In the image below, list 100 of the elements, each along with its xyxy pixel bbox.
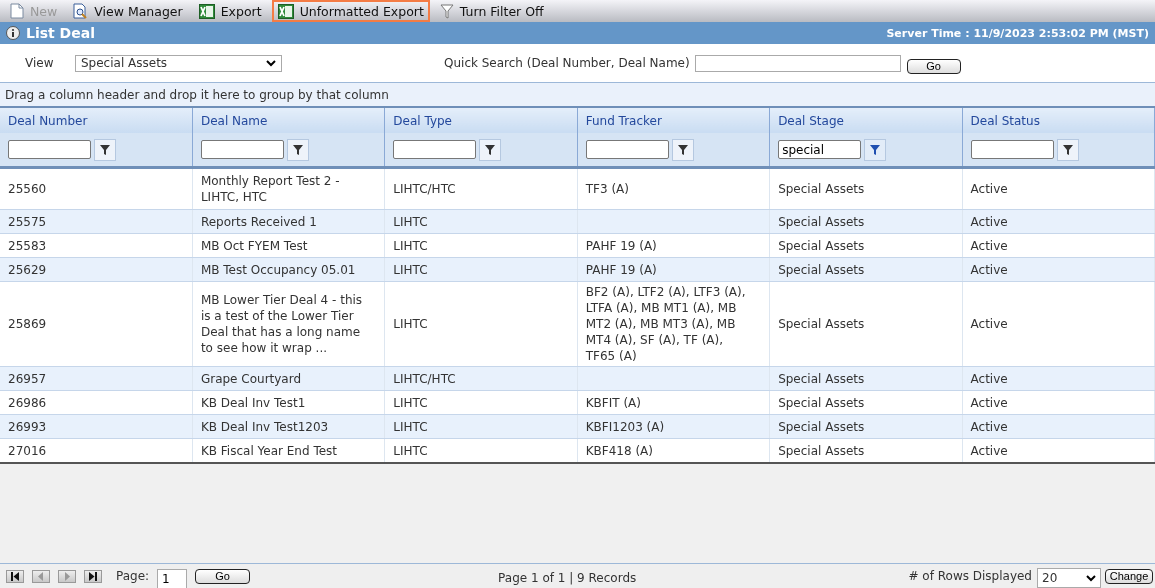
- table-cell: Active: [970, 317, 1008, 331]
- table-cell: KB Fiscal Year End Test: [200, 443, 337, 458]
- spreadsheet-icon: [198, 3, 215, 19]
- chevron-icon: [266, 59, 276, 67]
- table-cell: LIHTC: [393, 419, 428, 434]
- filter-button[interactable]: [671, 138, 694, 161]
- table-cell: 25575: [8, 214, 47, 229]
- filter-field[interactable]: special: [778, 140, 862, 159]
- triangle-icon: [36, 571, 46, 581]
- table-cell: PAHF 19 (A): [585, 238, 657, 253]
- table-cell: Active: [970, 419, 1008, 434]
- table-cell: Active: [970, 395, 1008, 410]
- chevron-icon: [1086, 574, 1096, 582]
- table-cell: KBFIT (A): [585, 395, 641, 410]
- filter-field[interactable]: [8, 140, 91, 159]
- quick-search-label: Quick Search (Deal Number, Deal Name): [444, 56, 690, 70]
- triangle-icon: [62, 571, 72, 581]
- table-cell: 25869: [8, 317, 47, 331]
- table-cell: LIHTC: [393, 238, 428, 253]
- filter-field[interactable]: [970, 140, 1054, 159]
- table-cell: MB Lower Tier Deal 4 - this is a test of the Lower Tier Deal that has a long name to see how it wrap ...: [200, 293, 363, 355]
- document-search-icon: [73, 3, 89, 19]
- column-header[interactable]: Deal Status: [962, 108, 1155, 133]
- filter-button[interactable]: [94, 138, 116, 161]
- filter-button[interactable]: [479, 138, 502, 161]
- table-cell: LIHTC: [393, 443, 428, 458]
- go-button[interactable]: Go: [195, 568, 251, 584]
- column-header[interactable]: Fund Tracker: [577, 108, 770, 133]
- filter-button[interactable]: [286, 138, 309, 161]
- table-cell: Reports Received 1: [200, 214, 317, 229]
- table-cell: 25629: [8, 262, 47, 277]
- table-cell: Special Assets: [778, 371, 865, 386]
- table-cell: TF3 (A): [585, 182, 629, 196]
- server-time: Server Time : 11/9/2023 2:53:02 PM (MST): [886, 26, 1149, 40]
- table-cell: KBFI1203 (A): [585, 419, 665, 434]
- view-dropdown[interactable]: Special Assets: [75, 54, 282, 72]
- funnel-icon: [291, 143, 304, 156]
- table-cell: 25583: [8, 238, 47, 253]
- rows-displayed-label: # of Rows Displayed: [908, 569, 1032, 583]
- skip-icon: [10, 571, 20, 581]
- table-cell: 26957: [8, 371, 47, 386]
- table-cell: Special Assets: [778, 317, 865, 331]
- table-cell: Special Assets: [778, 262, 865, 277]
- column-header[interactable]: Deal Name: [192, 108, 385, 133]
- table-cell: 25560: [8, 182, 47, 196]
- table-cell: LIHTC: [393, 262, 428, 277]
- last-page-button[interactable]: [84, 569, 102, 583]
- funnel-icon: [676, 143, 689, 156]
- table-cell: LIHTC: [393, 395, 428, 410]
- table-cell: LIHTC/HTC: [393, 182, 456, 196]
- first-page-button[interactable]: [6, 569, 24, 583]
- quick-search-field[interactable]: [694, 54, 901, 72]
- toolbar-button[interactable]: View Manager: [67, 0, 189, 22]
- funnel-icon: [439, 3, 454, 19]
- rows-dropdown[interactable]: 20: [1037, 568, 1101, 588]
- table-cell: MB Test Occupancy 05.01: [200, 262, 356, 277]
- go-button[interactable]: Go: [906, 58, 961, 74]
- funnel-icon: [99, 143, 111, 156]
- table-cell: Active: [970, 238, 1008, 253]
- table-cell: LIHTC: [393, 214, 428, 229]
- table-cell: LIHTC: [393, 317, 428, 331]
- page-field[interactable]: 1: [157, 569, 188, 588]
- table-cell: 27016: [8, 443, 47, 458]
- table-cell: Monthly Report Test 2 - LIHTC, HTC: [200, 174, 340, 204]
- funnel-icon: [1061, 143, 1074, 156]
- document-icon: [10, 3, 24, 19]
- page-info: Page 1 of 1 | 9 Records: [498, 571, 637, 585]
- table-cell: LIHTC/HTC: [393, 371, 456, 386]
- table-cell: Special Assets: [778, 419, 865, 434]
- table-cell: KB Deal Inv Test1203: [200, 419, 329, 434]
- table-cell: Active: [970, 214, 1008, 229]
- page-label: Page:: [116, 569, 150, 583]
- table-cell: MB Oct FYEM Test: [200, 238, 308, 253]
- funnel-icon: [869, 143, 882, 156]
- group-panel: Drag a column header and drop it here to group by that column: [0, 83, 1155, 108]
- filter-field[interactable]: [585, 140, 669, 159]
- filter-button[interactable]: [1056, 138, 1079, 161]
- table-cell: Active: [970, 443, 1008, 458]
- table-cell: Active: [970, 262, 1008, 277]
- table-cell: KB Deal Inv Test1: [200, 395, 306, 410]
- funnel-icon: [484, 143, 497, 156]
- filter-field[interactable]: [200, 140, 284, 159]
- column-header[interactable]: Deal Type: [384, 108, 578, 133]
- view-label: View: [25, 56, 55, 70]
- table-cell: Grape Courtyard: [200, 371, 302, 386]
- toolbar-button[interactable]: Export: [192, 0, 268, 22]
- change-button[interactable]: Change: [1105, 568, 1153, 584]
- filter-field[interactable]: [393, 140, 477, 159]
- table-cell: 26986: [8, 395, 47, 410]
- filter-button[interactable]: [864, 138, 887, 161]
- toolbar-button[interactable]: Turn Filter Off: [433, 0, 550, 22]
- info-icon: [6, 26, 20, 40]
- table-cell: Special Assets: [778, 238, 865, 253]
- table-cell: 26993: [8, 419, 47, 434]
- column-header[interactable]: Deal Stage: [769, 108, 963, 133]
- page-title: List Deal: [26, 25, 95, 41]
- table-cell: BF2 (A), LTF2 (A), LTF3 (A), LTFA (A), MB MT1 (A), MB MT2 (A), MB MT3 (A), MB MT4 (A), SF (A), TF (A), TF65 (A): [585, 285, 746, 363]
- table-cell: PAHF 19 (A): [585, 262, 657, 277]
- column-header[interactable]: Deal Number: [0, 108, 193, 133]
- table-cell: Special Assets: [778, 214, 865, 229]
